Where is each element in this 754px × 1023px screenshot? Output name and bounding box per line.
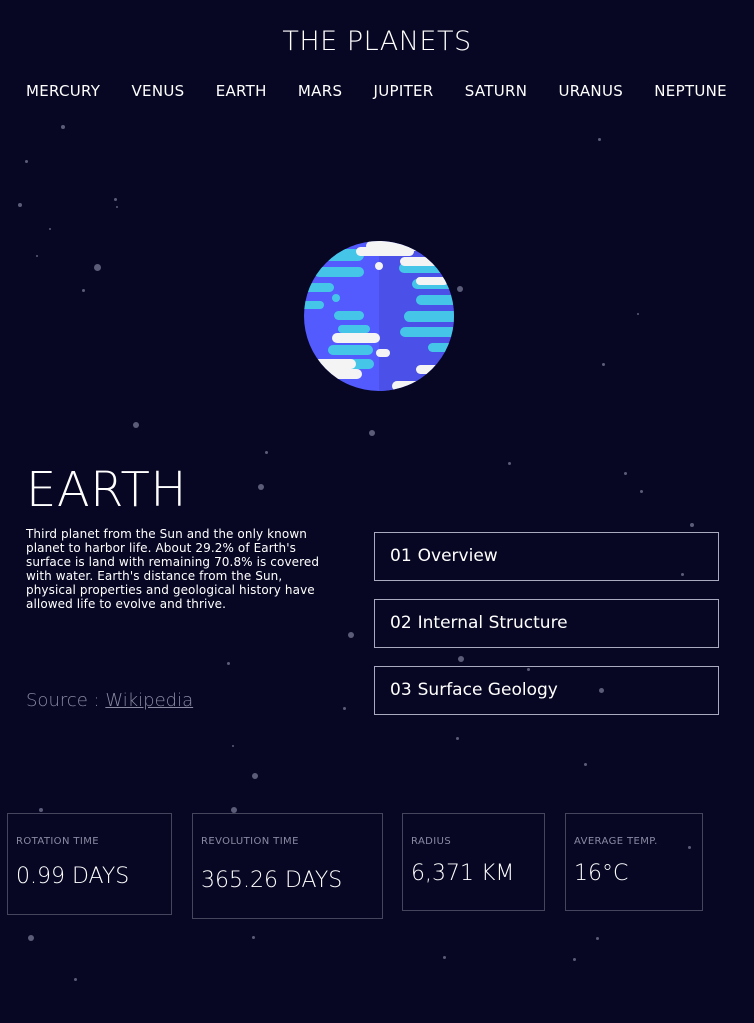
star (39, 808, 43, 812)
nav-item-mercury[interactable]: MERCURY (14, 82, 112, 100)
star (36, 255, 38, 257)
tab-number: 02 (390, 613, 412, 633)
tab-internal-structure[interactable]: 02 Internal Structure (374, 599, 719, 648)
earth-planet-illustration (304, 241, 454, 391)
star (265, 451, 268, 454)
wikipedia-link[interactable]: Wikipedia (105, 690, 193, 711)
stat-value: 16°C (574, 861, 629, 886)
tab-label: Overview (417, 546, 498, 566)
nav-item-neptune[interactable]: NEPTUNE (642, 82, 739, 100)
site-title: THE PLANETS (282, 26, 472, 57)
stat-value: 6,371 KM (411, 861, 515, 886)
star (252, 936, 255, 939)
star (49, 228, 51, 230)
star (508, 462, 511, 465)
star (116, 206, 118, 208)
star (640, 490, 643, 493)
tab-label: Internal Structure (417, 613, 568, 633)
star (114, 198, 117, 201)
star (596, 937, 599, 940)
stat-revolution-time: REVOLUTION TIME 365.26 DAYS (192, 813, 383, 919)
star (456, 737, 459, 740)
star (443, 956, 446, 959)
star (584, 763, 587, 766)
star (61, 125, 65, 129)
nav-item-mars[interactable]: MARS (286, 82, 354, 100)
tab-number: 03 (390, 680, 412, 700)
nav-item-uranus[interactable]: URANUS (546, 82, 635, 100)
star (690, 523, 694, 527)
star (94, 264, 101, 271)
star (133, 422, 139, 428)
stat-value: 0.99 DAYS (16, 864, 130, 889)
tab-surface-geology[interactable]: 03 Surface Geology (374, 666, 719, 715)
tab-label: Surface Geology (417, 680, 558, 700)
source-prefix: Source : (26, 690, 106, 711)
star (82, 289, 85, 292)
tab-number: 01 (390, 546, 412, 566)
stat-rotation-time: ROTATION TIME 0.99 DAYS (7, 813, 172, 915)
tab-overview[interactable]: 01 Overview (374, 532, 719, 581)
star (258, 484, 264, 490)
star (28, 935, 34, 941)
stat-label: ROTATION TIME (16, 836, 100, 847)
star (598, 138, 601, 141)
star (457, 286, 463, 292)
star (74, 978, 77, 981)
earth-planet-icon (304, 241, 454, 391)
nav-item-venus[interactable]: VENUS (120, 82, 197, 100)
star (18, 203, 22, 207)
stat-average-temp: AVERAGE TEMP. 16°C (565, 813, 703, 911)
nav-item-saturn[interactable]: SATURN (453, 82, 539, 100)
star (227, 662, 230, 665)
stat-label: AVERAGE TEMP. (574, 836, 658, 847)
nav-item-earth[interactable]: EARTH (204, 82, 279, 100)
star (348, 632, 354, 638)
star (369, 430, 375, 436)
stat-value: 365.26 DAYS (201, 868, 343, 893)
page: THE PLANETS MERCURY VENUS EARTH MARS JUP… (0, 0, 754, 1023)
star (25, 160, 28, 163)
star (252, 773, 258, 779)
source-line: Source : Wikipedia (26, 690, 193, 711)
star (458, 656, 464, 662)
planet-nav: MERCURY VENUS EARTH MARS JUPITER SATURN … (14, 82, 739, 100)
star (573, 958, 576, 961)
star (343, 707, 346, 710)
planet-description: Third planet from the Sun and the only k… (26, 527, 320, 611)
stat-label: RADIUS (411, 836, 452, 847)
planet-name: EARTH (26, 462, 187, 518)
star (637, 313, 639, 315)
star (624, 472, 627, 475)
star (232, 745, 234, 747)
nav-item-jupiter[interactable]: JUPITER (362, 82, 446, 100)
stat-label: REVOLUTION TIME (201, 836, 299, 847)
star (602, 363, 605, 366)
stat-radius: RADIUS 6,371 KM (402, 813, 545, 911)
